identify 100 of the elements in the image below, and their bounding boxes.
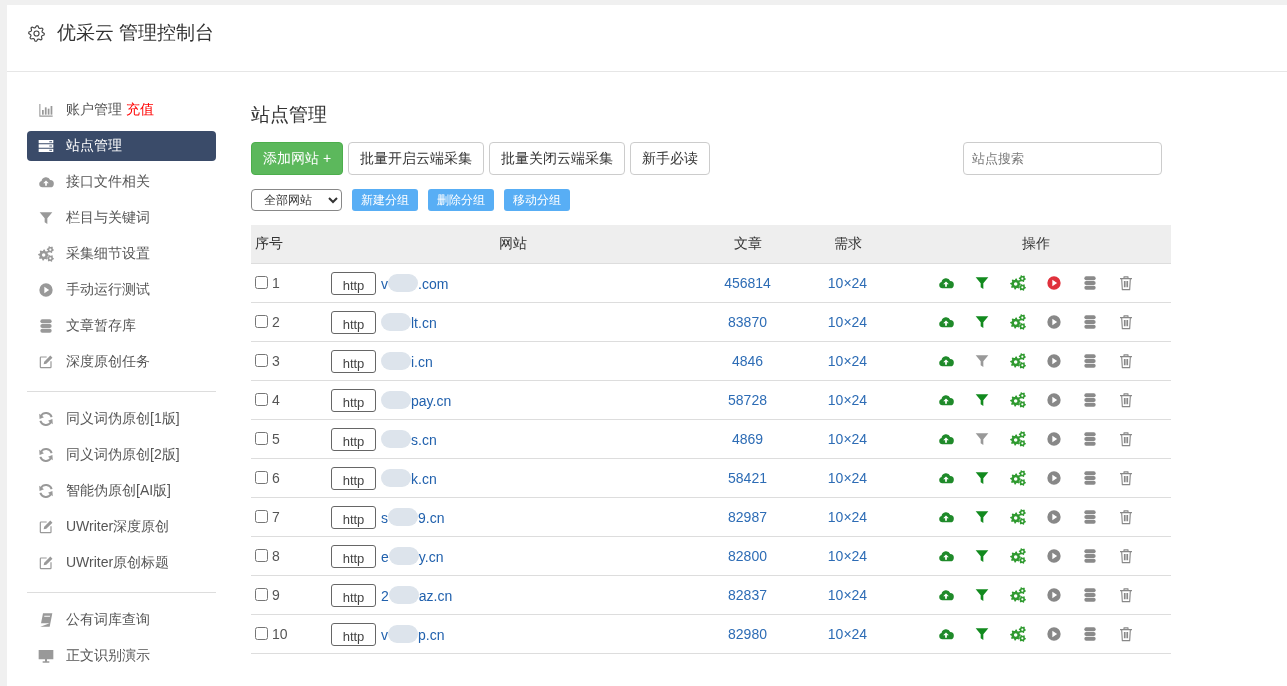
database-icon[interactable] bbox=[1081, 392, 1098, 408]
article-count[interactable]: 82980 bbox=[728, 626, 767, 642]
cloud-upload-icon[interactable] bbox=[937, 392, 954, 408]
play-icon[interactable] bbox=[1045, 626, 1062, 642]
domain-link[interactable]: 2 bbox=[381, 587, 389, 603]
database-icon[interactable] bbox=[1081, 431, 1098, 447]
search-field[interactable]: 站点搜索 bbox=[963, 142, 1162, 175]
sidebar-item[interactable]: 文章暂存库 bbox=[27, 311, 216, 341]
sidebar-item[interactable]: 智能伪原创[AI版] bbox=[27, 476, 216, 506]
database-icon[interactable] bbox=[1081, 314, 1098, 330]
domain-link[interactable]: v bbox=[381, 275, 388, 291]
article-count[interactable]: 58728 bbox=[728, 392, 767, 408]
row-checkbox[interactable] bbox=[255, 471, 268, 484]
cloud-upload-icon[interactable] bbox=[937, 509, 954, 525]
article-count[interactable]: 82837 bbox=[728, 587, 767, 603]
domain-link[interactable]: s bbox=[381, 509, 388, 525]
sidebar-item[interactable]: UWriter原创标题 bbox=[27, 548, 216, 578]
trash-icon[interactable] bbox=[1117, 509, 1134, 525]
trash-icon[interactable] bbox=[1117, 314, 1134, 330]
gears-icon[interactable] bbox=[1009, 470, 1026, 486]
sidebar-item[interactable]: UWriter深度原创 bbox=[27, 512, 216, 542]
row-checkbox[interactable] bbox=[255, 276, 268, 289]
article-count[interactable]: 58421 bbox=[728, 470, 767, 486]
play-icon[interactable] bbox=[1045, 314, 1062, 330]
protocol-button[interactable]: http bbox=[331, 466, 376, 490]
toolbar-button[interactable]: 批量关闭云端采集 bbox=[489, 142, 626, 175]
protocol-button[interactable]: http bbox=[331, 544, 376, 568]
domain-link[interactable]: i.cn bbox=[411, 353, 433, 369]
toolbar-button[interactable]: 新手必读 bbox=[630, 142, 711, 175]
database-icon[interactable] bbox=[1081, 275, 1098, 291]
article-count[interactable]: 4869 bbox=[731, 431, 764, 447]
trash-icon[interactable] bbox=[1117, 275, 1134, 291]
filter-icon[interactable] bbox=[973, 314, 990, 330]
gears-icon[interactable] bbox=[1009, 275, 1026, 291]
protocol-button[interactable]: http bbox=[331, 622, 376, 646]
filter-icon[interactable] bbox=[973, 509, 990, 525]
trash-icon[interactable] bbox=[1117, 353, 1134, 369]
sidebar-item[interactable]: 正文识别演示 bbox=[27, 641, 216, 671]
cloud-upload-icon[interactable] bbox=[937, 431, 954, 447]
gears-icon[interactable] bbox=[1009, 392, 1026, 408]
cloud-upload-icon[interactable] bbox=[937, 314, 954, 330]
sidebar-item[interactable]: 站点管理 bbox=[27, 131, 216, 161]
filter-icon[interactable] bbox=[973, 431, 990, 447]
database-icon[interactable] bbox=[1081, 353, 1098, 369]
domain-link[interactable]: lt.cn bbox=[411, 314, 437, 330]
domain-link[interactable]: .com bbox=[418, 275, 449, 291]
play-icon[interactable] bbox=[1045, 275, 1062, 291]
domain-link[interactable]: y.cn bbox=[418, 548, 444, 564]
protocol-button[interactable]: http bbox=[331, 505, 376, 529]
toolbar-button[interactable]: 批量开启云端采集 bbox=[348, 142, 485, 175]
trash-icon[interactable] bbox=[1117, 548, 1134, 564]
domain-link[interactable]: az.cn bbox=[418, 587, 453, 603]
sidebar-item[interactable]: 账户管理 充值 bbox=[27, 95, 216, 125]
database-icon[interactable] bbox=[1081, 548, 1098, 564]
filter-icon[interactable] bbox=[973, 353, 990, 369]
trash-icon[interactable] bbox=[1117, 431, 1134, 447]
database-icon[interactable] bbox=[1081, 470, 1098, 486]
domain-link[interactable]: e bbox=[381, 548, 389, 564]
sidebar-item[interactable]: 采集细节设置 bbox=[27, 239, 216, 269]
domain-link[interactable]: p.cn bbox=[418, 626, 445, 642]
trash-icon[interactable] bbox=[1117, 392, 1134, 408]
trash-icon[interactable] bbox=[1117, 626, 1134, 642]
gears-icon[interactable] bbox=[1009, 548, 1026, 564]
play-icon[interactable] bbox=[1045, 587, 1062, 603]
gears-icon[interactable] bbox=[1009, 314, 1026, 330]
protocol-button[interactable]: http bbox=[331, 310, 376, 334]
article-count[interactable]: 83870 bbox=[728, 314, 767, 330]
sidebar-item[interactable]: 接口文件相关 bbox=[27, 167, 216, 197]
topup-link[interactable]: 充值 bbox=[126, 101, 154, 119]
play-icon[interactable] bbox=[1045, 353, 1062, 369]
row-checkbox[interactable] bbox=[255, 354, 268, 367]
article-count[interactable]: 4846 bbox=[731, 353, 764, 369]
cloud-upload-icon[interactable] bbox=[937, 353, 954, 369]
filter-icon[interactable] bbox=[973, 587, 990, 603]
play-icon[interactable] bbox=[1045, 470, 1062, 486]
sidebar-item[interactable]: 手动运行测试 bbox=[27, 275, 216, 305]
domain-link[interactable]: k.cn bbox=[411, 470, 437, 486]
domain-link[interactable]: 9.cn bbox=[418, 509, 445, 525]
row-checkbox[interactable] bbox=[255, 588, 268, 601]
sidebar-item[interactable]: 同义词伪原创[1版] bbox=[27, 404, 216, 434]
sidebar-item[interactable]: 公有词库查询 bbox=[27, 605, 216, 635]
cloud-upload-icon[interactable] bbox=[937, 275, 954, 291]
database-icon[interactable] bbox=[1081, 509, 1098, 525]
protocol-button[interactable]: http bbox=[331, 349, 376, 373]
row-checkbox[interactable] bbox=[255, 627, 268, 640]
trash-icon[interactable] bbox=[1117, 470, 1134, 486]
gears-icon[interactable] bbox=[1009, 587, 1026, 603]
gears-icon[interactable] bbox=[1009, 509, 1026, 525]
filter-icon[interactable] bbox=[973, 626, 990, 642]
row-checkbox[interactable] bbox=[255, 549, 268, 562]
cloud-upload-icon[interactable] bbox=[937, 587, 954, 603]
play-icon[interactable] bbox=[1045, 548, 1062, 564]
trash-icon[interactable] bbox=[1117, 587, 1134, 603]
play-icon[interactable] bbox=[1045, 431, 1062, 447]
group-select[interactable]: 全部网站 bbox=[251, 189, 342, 211]
row-checkbox[interactable] bbox=[255, 510, 268, 523]
cloud-upload-icon[interactable] bbox=[937, 470, 954, 486]
cloud-upload-icon[interactable] bbox=[937, 626, 954, 642]
play-icon[interactable] bbox=[1045, 509, 1062, 525]
domain-link[interactable]: pay.cn bbox=[411, 392, 452, 408]
